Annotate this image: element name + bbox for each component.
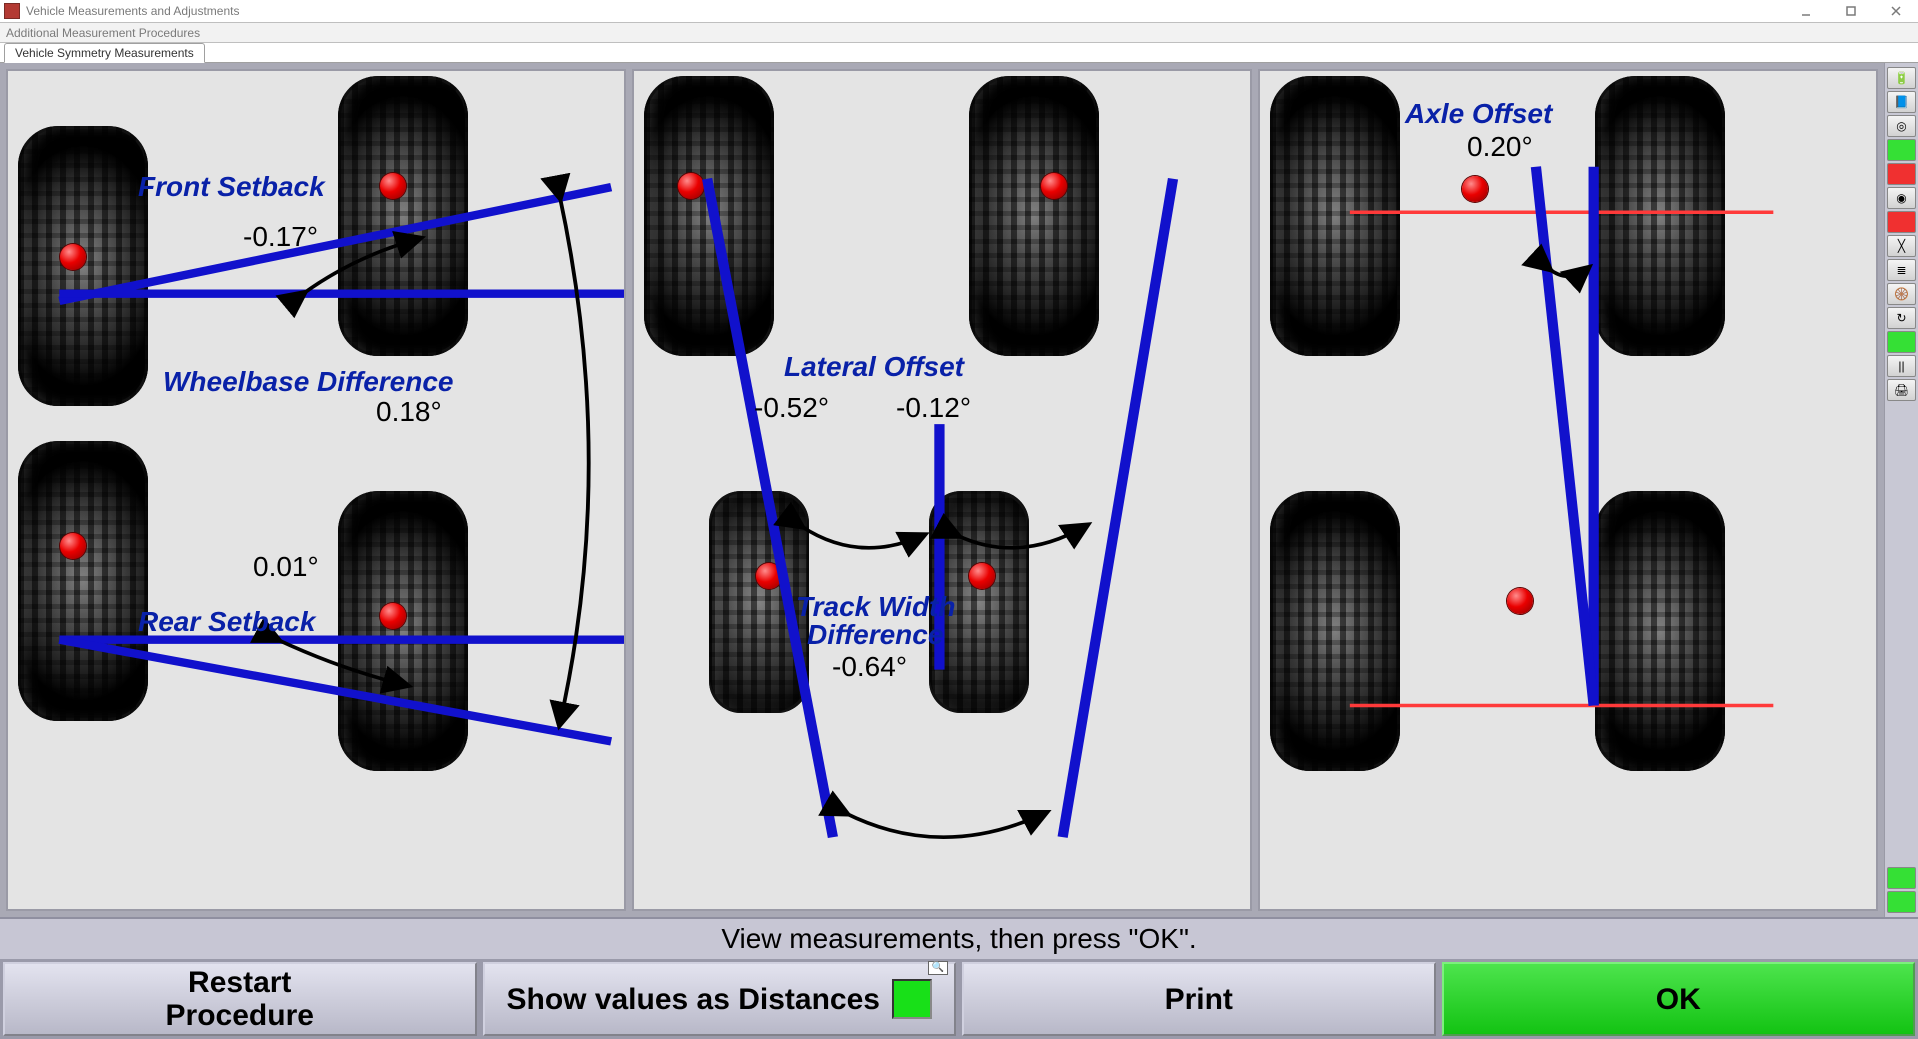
- instruction-text: View measurements, then press "OK".: [0, 917, 1918, 959]
- tool-wheel-icon[interactable]: ◎: [1887, 115, 1916, 137]
- tool-printer-icon[interactable]: 🖨: [1887, 379, 1916, 401]
- tool-indicator-red-a[interactable]: [1887, 163, 1916, 185]
- maximize-button[interactable]: [1828, 0, 1873, 22]
- tool-chassis-icon[interactable]: ≣: [1887, 259, 1916, 281]
- tool-columns-icon[interactable]: ||: [1887, 355, 1916, 377]
- rear-setback-label: Rear Setback: [138, 606, 315, 638]
- button-row: Restart Procedure 🔍 Show values as Dista…: [0, 959, 1918, 1039]
- lateral-overlay: [634, 71, 1250, 909]
- work-area: Front Setback -0.17° Wheelbase Differenc…: [0, 63, 1918, 917]
- axle-overlay: [1260, 71, 1876, 909]
- panel-axle-offset: Axle Offset 0.20°: [1258, 69, 1878, 911]
- tool-indicator-green-a[interactable]: [1887, 139, 1916, 161]
- window-title: Vehicle Measurements and Adjustments: [26, 4, 239, 18]
- tool-battery-icon[interactable]: 🔋: [1887, 67, 1916, 89]
- window-titlebar: Vehicle Measurements and Adjustments: [0, 0, 1918, 23]
- magnifier-icon: 🔍: [928, 961, 948, 975]
- show-distances-button[interactable]: 🔍 Show values as Distances: [483, 962, 957, 1036]
- tool-status-axle-front: [1887, 867, 1916, 889]
- tool-target-icon[interactable]: ◉: [1887, 187, 1916, 209]
- restart-procedure-button[interactable]: Restart Procedure: [3, 962, 477, 1036]
- front-setback-value: -0.17°: [243, 221, 318, 253]
- app-icon: [4, 3, 20, 19]
- minimize-button[interactable]: [1783, 0, 1828, 22]
- track-width-value: -0.64°: [832, 651, 907, 683]
- wheelbase-diff-value: 0.18°: [376, 396, 442, 428]
- lateral-offset-left-value: -0.52°: [754, 392, 829, 424]
- distance-color-swatch: [892, 979, 932, 1019]
- panel-lateral-track: Lateral Offset -0.52° -0.12° Track Width…: [632, 69, 1252, 911]
- tool-steer-icon[interactable]: 🛞: [1887, 283, 1916, 305]
- front-setback-label: Front Setback: [138, 171, 325, 203]
- tool-book-icon[interactable]: 📘: [1887, 91, 1916, 113]
- rear-setback-value: 0.01°: [253, 551, 319, 583]
- tab-bar: Vehicle Symmetry Measurements: [0, 43, 1918, 63]
- axle-offset-label: Axle Offset: [1405, 98, 1552, 130]
- menu-item-additional[interactable]: Additional Measurement Procedures: [6, 26, 200, 40]
- lateral-offset-right-value: -0.12°: [896, 392, 971, 424]
- track-width-label-b: Difference: [807, 619, 943, 651]
- menu-bar: Additional Measurement Procedures: [0, 23, 1918, 43]
- right-toolbar: 🔋 📘 ◎ ◉ ╳ ≣ 🛞 ↻ || 🖨: [1884, 63, 1918, 917]
- tool-refresh-icon[interactable]: ↻: [1887, 307, 1916, 329]
- tab-symmetry[interactable]: Vehicle Symmetry Measurements: [4, 43, 205, 63]
- print-button[interactable]: Print: [962, 962, 1436, 1036]
- wheelbase-diff-label: Wheelbase Difference: [163, 366, 454, 398]
- axle-offset-value: 0.20°: [1467, 131, 1533, 163]
- lateral-offset-label: Lateral Offset: [784, 351, 964, 383]
- tool-indicator-red-b[interactable]: [1887, 211, 1916, 233]
- ok-button[interactable]: OK: [1442, 962, 1916, 1036]
- tool-indicator-green-b[interactable]: [1887, 331, 1916, 353]
- close-button[interactable]: [1873, 0, 1918, 22]
- panel-setback: Front Setback -0.17° Wheelbase Differenc…: [6, 69, 626, 911]
- tool-status-axle-rear: [1887, 891, 1916, 913]
- tool-axle-icon[interactable]: ╳: [1887, 235, 1916, 257]
